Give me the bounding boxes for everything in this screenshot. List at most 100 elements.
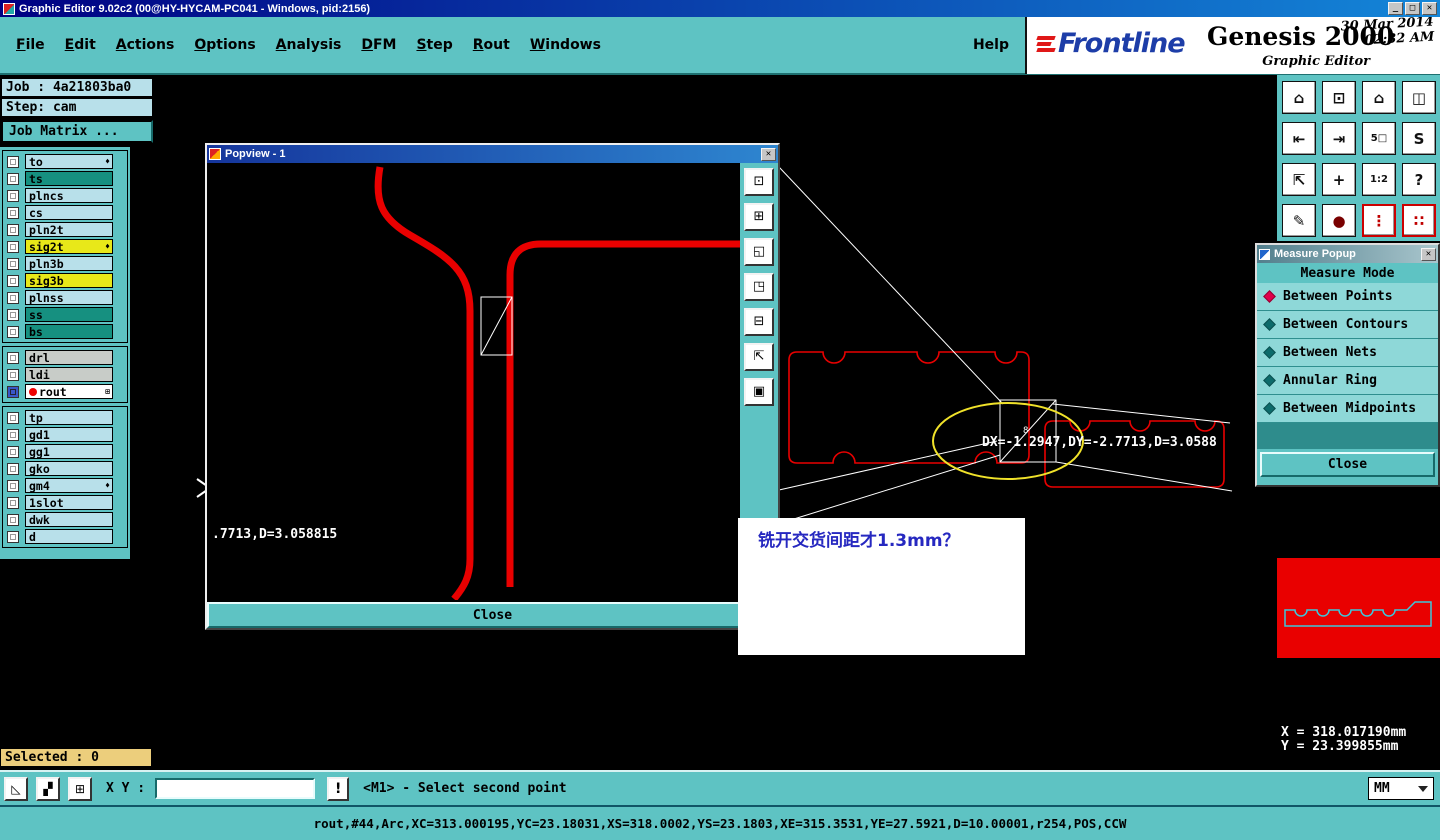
layer-name-rout[interactable]: rout ⊞ — [25, 384, 113, 399]
layer-name-ss[interactable]: ss — [25, 307, 113, 322]
layer-name-bs[interactable]: bs — [25, 324, 113, 339]
menu-analysis[interactable]: Analysis — [276, 37, 342, 53]
popview-corner-tr-icon[interactable]: ◳ — [744, 273, 774, 301]
units-dropdown[interactable]: MM — [1368, 777, 1434, 800]
layer-name-drl[interactable]: drl — [25, 350, 113, 365]
layer-checkbox-plnss[interactable] — [7, 291, 19, 304]
popview-canvas[interactable]: .7713,D=3.058815 — [207, 163, 740, 602]
layer-name-pln2t[interactable]: pln2t — [25, 222, 113, 237]
edit-icon[interactable]: ✎ — [1282, 204, 1316, 237]
layer-name-cs[interactable]: cs — [25, 205, 113, 220]
popview-collapse-icon[interactable]: ⊟ — [744, 308, 774, 336]
hatch-tool-icon[interactable]: ▞ — [36, 776, 60, 801]
menu-rout[interactable]: Rout — [473, 37, 510, 53]
menu-edit[interactable]: Edit — [65, 37, 96, 53]
zoom-ratio-icon[interactable]: 1:2 — [1362, 163, 1396, 196]
s-view-icon[interactable]: S — [1402, 122, 1436, 155]
maximize-icon[interactable]: □ — [1405, 2, 1420, 15]
alert-button[interactable]: ! — [327, 776, 350, 801]
layer-checkbox-gd1[interactable] — [7, 428, 19, 441]
layer-name-gg1[interactable]: gg1 — [25, 444, 113, 459]
crosshair-icon[interactable]: + — [1322, 163, 1356, 196]
pan-right-icon[interactable]: ⇥ — [1322, 122, 1356, 155]
menu-dfm[interactable]: DFM — [361, 37, 396, 53]
select-tool-icon[interactable]: ◺ — [4, 776, 28, 801]
home-alt-icon[interactable]: ⌂ — [1362, 81, 1396, 114]
layer-checkbox-pln2t[interactable] — [7, 223, 19, 236]
help-icon[interactable]: ? — [1402, 163, 1436, 196]
layer-checkbox-gm4[interactable] — [7, 479, 19, 492]
measure-option-between-contours[interactable]: Between Contours — [1257, 311, 1438, 339]
layer-checkbox-bs[interactable] — [7, 325, 19, 338]
traffic-lights-icon[interactable]: ∷ — [1402, 204, 1436, 237]
layer-name-gd1[interactable]: gd1 — [25, 427, 113, 442]
measure-popup-titlebar[interactable]: Measure Popup ✕ — [1257, 245, 1438, 263]
five-window-icon[interactable]: 5□ — [1362, 122, 1396, 155]
popview-close-button[interactable]: Close — [207, 602, 778, 628]
home-view-icon[interactable]: ⌂ — [1282, 81, 1316, 114]
layer-checkbox-cs[interactable] — [7, 206, 19, 219]
layer-checkbox-tp[interactable] — [7, 411, 19, 424]
popview-close-icon[interactable]: ✕ — [761, 147, 776, 161]
measure-popup-close-icon[interactable]: ✕ — [1421, 247, 1436, 261]
popview-screen-icon[interactable]: ⊡ — [744, 168, 774, 196]
measure-popup-close-button[interactable]: Close — [1260, 452, 1435, 477]
menu-options[interactable]: Options — [194, 37, 255, 53]
layer-name-plnss[interactable]: plnss — [25, 290, 113, 305]
layer-checkbox-plncs[interactable] — [7, 189, 19, 202]
layer-checkbox-ss[interactable] — [7, 308, 19, 321]
layer-checkbox-ts[interactable] — [7, 172, 19, 185]
zoom-corner-icon[interactable]: ⇱ — [1282, 163, 1316, 196]
measure-option-annular-ring[interactable]: Annular Ring — [1257, 367, 1438, 395]
layer-checkbox-rout[interactable] — [7, 385, 19, 398]
layer-checkbox-gko[interactable] — [7, 462, 19, 475]
layer-name-sig3b[interactable]: sig3b — [25, 273, 113, 288]
menu-windows[interactable]: Windows — [530, 37, 601, 53]
layer-checkbox-pln3b[interactable] — [7, 257, 19, 270]
measure-option-between-nets[interactable]: Between Nets — [1257, 339, 1438, 367]
overview-thumbnail[interactable] — [1277, 558, 1440, 658]
layer-name-to[interactable]: to ♦ — [25, 154, 113, 169]
layer-checkbox-drl[interactable] — [7, 351, 19, 364]
layer-checkbox-sig2t[interactable] — [7, 240, 19, 253]
pan-left-icon[interactable]: ⇤ — [1282, 122, 1316, 155]
measure-option-between-points[interactable]: Between Points — [1257, 283, 1438, 311]
menu-help[interactable]: Help — [973, 37, 1009, 53]
ball-icon[interactable]: ● — [1322, 204, 1356, 237]
menu-actions[interactable]: Actions — [116, 37, 175, 53]
layer-name-pln3b[interactable]: pln3b — [25, 256, 113, 271]
popview-grid-icon[interactable]: ⊞ — [744, 203, 774, 231]
popview-fit-icon[interactable]: ⇱ — [744, 343, 774, 371]
layer-name-d[interactable]: d — [25, 529, 113, 544]
layer-name-sig2t[interactable]: sig2t ♦ — [25, 239, 113, 254]
window-titlebar[interactable]: Graphic Editor 9.02c2 (00@HY-HYCAM-PC041… — [0, 0, 1440, 17]
layer-name-plncs[interactable]: plncs — [25, 188, 113, 203]
popview-center-icon[interactable]: ▣ — [744, 378, 774, 406]
xy-input[interactable] — [155, 778, 316, 799]
tile-windows-icon[interactable]: ◫ — [1402, 81, 1436, 114]
layer-name-gm4[interactable]: gm4 ♦ — [25, 478, 113, 493]
menu-file[interactable]: File — [16, 37, 45, 53]
layer-name-ts[interactable]: ts — [25, 171, 113, 186]
layer-name-gko[interactable]: gko — [25, 461, 113, 476]
layer-name-ldi[interactable]: ldi — [25, 367, 113, 382]
traffic-light-icon[interactable]: ⋮ — [1362, 204, 1396, 237]
popview-corner-bl-icon[interactable]: ◱ — [744, 238, 774, 266]
job-matrix-button[interactable]: Job Matrix ... — [1, 120, 153, 143]
measure-option-between-midpoints[interactable]: Between Midpoints — [1257, 395, 1438, 423]
screen-view-icon[interactable]: ⊡ — [1322, 81, 1356, 114]
minimize-icon[interactable]: _ — [1388, 2, 1403, 15]
layer-checkbox-ldi[interactable] — [7, 368, 19, 381]
layer-checkbox-d[interactable] — [7, 530, 19, 543]
layer-name-tp[interactable]: tp — [25, 410, 113, 425]
layer-checkbox-gg1[interactable] — [7, 445, 19, 458]
popview-titlebar[interactable]: Popview - 1 ✕ — [207, 145, 778, 163]
layer-checkbox-sig3b[interactable] — [7, 274, 19, 287]
close-icon[interactable]: ✕ — [1422, 2, 1437, 15]
layer-name-1slot[interactable]: 1slot — [25, 495, 113, 510]
layer-name-dwk[interactable]: dwk — [25, 512, 113, 527]
layer-checkbox-to[interactable] — [7, 155, 19, 168]
layer-checkbox-1slot[interactable] — [7, 496, 19, 509]
grid-tool-icon[interactable]: ⊞ — [68, 776, 92, 801]
menu-step[interactable]: Step — [416, 37, 452, 53]
